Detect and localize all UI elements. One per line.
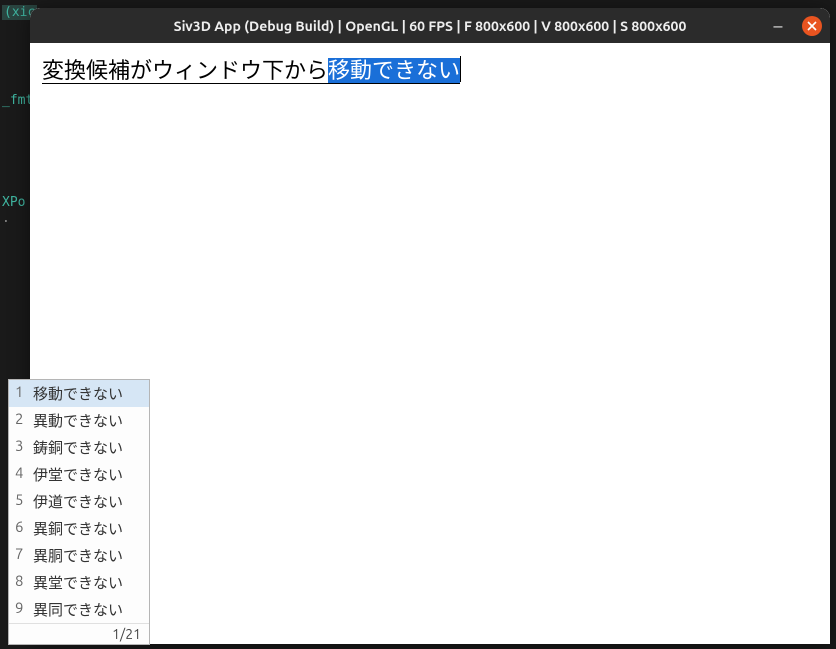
candidate-text: 異銅できない [33, 518, 123, 539]
candidate-text: 異動できない [33, 410, 123, 431]
candidate-item[interactable]: 1 移動できない [9, 380, 149, 407]
app-window: Siv3D App (Debug Build) | OpenGL | 60 FP… [30, 8, 830, 644]
candidate-text: 伊堂できない [33, 464, 123, 485]
candidate-page-indicator: 1/21 [9, 623, 149, 644]
candidate-text: 異同できない [33, 599, 123, 620]
candidate-text: 異胴できない [33, 545, 123, 566]
terminal-text: . [2, 211, 10, 226]
minimize-button[interactable]: – [768, 16, 788, 36]
candidate-text: 移動できない [33, 383, 123, 404]
candidate-item[interactable]: 9 異同できない [9, 596, 149, 623]
candidate-number: 8 [15, 572, 27, 593]
candidate-text: 鋳銅できない [33, 437, 123, 458]
candidate-item[interactable]: 4 伊堂できない [9, 461, 149, 488]
candidate-number: 4 [15, 464, 27, 485]
candidate-item[interactable]: 3 鋳銅できない [9, 434, 149, 461]
ime-candidate-window[interactable]: 1 移動できない 2 異動できない 3 鋳銅できない 4 伊堂できない 5 伊道… [8, 379, 150, 645]
candidate-number: 2 [15, 410, 27, 431]
minimize-icon: – [774, 17, 783, 35]
ime-confirmed-text: 変換候補がウィンドウ下から [42, 58, 328, 84]
candidate-number: 6 [15, 518, 27, 539]
terminal-text: XPo [2, 195, 25, 210]
candidate-text: 異堂できない [33, 572, 123, 593]
window-content[interactable]: 変換候補がウィンドウ下から移動できない [30, 43, 830, 644]
candidate-number: 1 [15, 383, 27, 404]
ime-converting-text: 移動できない [328, 58, 460, 84]
candidate-text: 伊道できない [33, 491, 123, 512]
candidate-item[interactable]: 5 伊道できない [9, 488, 149, 515]
ime-composition: 変換候補がウィンドウ下から移動できない [42, 58, 460, 84]
candidate-number: 3 [15, 437, 27, 458]
terminal-text: _fmt [2, 93, 33, 108]
candidate-item[interactable]: 7 異胴できない [9, 542, 149, 569]
candidate-number: 5 [15, 491, 27, 512]
close-button[interactable] [802, 16, 822, 36]
text-cursor [460, 56, 461, 82]
candidate-item[interactable]: 2 異動できない [9, 407, 149, 434]
candidate-number: 7 [15, 545, 27, 566]
candidate-item[interactable]: 8 異堂できない [9, 569, 149, 596]
window-title: Siv3D App (Debug Build) | OpenGL | 60 FP… [174, 18, 687, 34]
close-icon [807, 21, 817, 31]
candidate-number: 9 [15, 599, 27, 620]
candidate-item[interactable]: 6 異銅できない [9, 515, 149, 542]
titlebar[interactable]: Siv3D App (Debug Build) | OpenGL | 60 FP… [30, 8, 830, 43]
titlebar-buttons: – [768, 16, 822, 36]
